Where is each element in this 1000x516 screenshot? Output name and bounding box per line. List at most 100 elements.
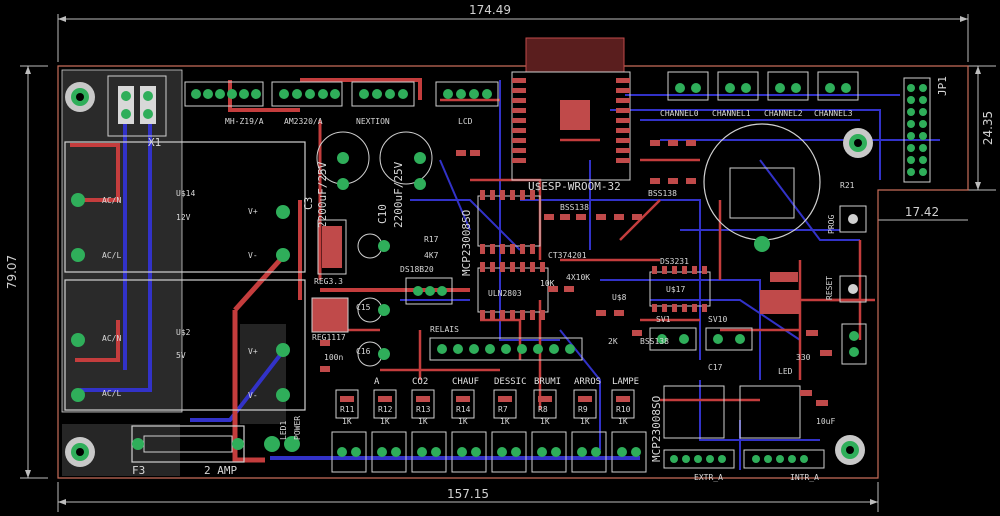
r7-label: R7 bbox=[498, 405, 508, 414]
res-val-1: 1K bbox=[342, 417, 352, 426]
relay-terminals[interactable] bbox=[331, 431, 647, 473]
esp-label: U$ESP-WROOM-32 bbox=[528, 180, 621, 193]
r12-label: R12 bbox=[378, 405, 393, 414]
ic-uln2803[interactable]: ULN2803 bbox=[477, 262, 549, 320]
res-val-5: 1K bbox=[500, 417, 510, 426]
relay-brumi-label: BRUMI bbox=[534, 377, 561, 387]
u14-value: 12V bbox=[176, 213, 191, 222]
regulator-reg1117[interactable]: REG1117 bbox=[311, 297, 349, 342]
ct-label: CT374201 bbox=[548, 251, 587, 260]
jp1-header[interactable]: JP1 bbox=[903, 76, 949, 183]
relay-a-label: A bbox=[374, 377, 380, 387]
dim-right-height: 24.35 bbox=[981, 111, 995, 145]
bottom-copper-traces bbox=[80, 80, 940, 470]
connector-nextion[interactable]: NEXTION bbox=[351, 81, 415, 126]
c15-label: C15 bbox=[356, 303, 371, 312]
connector-am2320[interactable]: AM2320/A bbox=[271, 81, 343, 126]
bss-label-1: BSS138 bbox=[560, 203, 589, 212]
res-val-7: 1K bbox=[580, 417, 590, 426]
capacitor-c10[interactable]: C10 2200uF/25V bbox=[376, 131, 433, 228]
pcb-canvas[interactable]: 174.49 157.15 79.07 24.35 17.42 AC/N AC/… bbox=[0, 0, 1000, 516]
connector-mhz19[interactable]: MH-Z19/A bbox=[184, 81, 264, 126]
acl-label-1: AC/L bbox=[102, 251, 121, 260]
vminus-label-2: V- bbox=[248, 391, 258, 400]
r17-value: 4K7 bbox=[424, 251, 439, 260]
10k-label: 10K bbox=[540, 279, 555, 288]
sv10-label: SV10 bbox=[708, 315, 727, 324]
relais-header[interactable]: RELAIS bbox=[429, 325, 583, 361]
button-prog[interactable]: PROG bbox=[827, 205, 867, 234]
r11-label: R11 bbox=[340, 405, 355, 414]
c17-label: C17 bbox=[708, 363, 723, 372]
channel2-label: CHANNEL2 bbox=[764, 109, 803, 118]
ds3231-label: DS3231 bbox=[660, 257, 689, 266]
ic-mcp23008-2[interactable]: MCP23008SO bbox=[650, 385, 801, 462]
vminus-label-1: V- bbox=[248, 251, 258, 260]
prog-label: PROG bbox=[827, 215, 836, 234]
bss-label-3: BSS138 bbox=[640, 337, 669, 346]
330-label: 330 bbox=[796, 353, 811, 362]
mcp-label-1: MCP23008SO bbox=[460, 210, 473, 276]
r13-label: R13 bbox=[416, 405, 431, 414]
channel1-label: CHANNEL1 bbox=[712, 109, 751, 118]
acn-label-2: AC/N bbox=[102, 334, 121, 343]
rtc-battery[interactable] bbox=[703, 123, 821, 252]
connector-extr[interactable]: EXTR_A bbox=[663, 449, 735, 482]
c3-value: 2200uF/25V bbox=[316, 161, 329, 228]
acn-label-1: AC/N bbox=[102, 196, 121, 205]
ds18b20-sensor[interactable]: DS18B20 R17 4K7 bbox=[400, 235, 453, 305]
u14-label: U$14 bbox=[176, 189, 195, 198]
connector-intr[interactable]: INTR_A bbox=[743, 449, 825, 482]
sv1-label: SV1 bbox=[656, 315, 671, 324]
res-val-8: 1K bbox=[618, 417, 628, 426]
channel0-label: CHANNEL0 bbox=[660, 109, 699, 118]
c10-label: C10 bbox=[376, 204, 389, 224]
jp1-label: JP1 bbox=[936, 76, 949, 96]
r17-label: R17 bbox=[424, 235, 439, 244]
2k-label: 2K bbox=[608, 337, 618, 346]
capacitor-c3[interactable]: C3 2200uF/25V bbox=[302, 131, 370, 228]
u17-label: U$17 bbox=[666, 285, 685, 294]
pcb-layout-view: 174.49 157.15 79.07 24.35 17.42 AC/N AC/… bbox=[0, 0, 1000, 516]
c16-label: C16 bbox=[356, 347, 371, 356]
right-edge-connector[interactable] bbox=[841, 323, 867, 365]
power-label: POWER bbox=[293, 416, 302, 440]
lcd-label: LCD bbox=[458, 117, 473, 126]
c3-label: C3 bbox=[302, 197, 315, 210]
10uf-label: 10uF bbox=[816, 417, 835, 426]
res-val-6: 1K bbox=[540, 417, 550, 426]
esp32-module[interactable]: U$ESP-WROOM-32 bbox=[511, 37, 631, 193]
res-val-2: 1K bbox=[380, 417, 390, 426]
ds18b20-label: DS18B20 bbox=[400, 265, 434, 274]
r9-label: R9 bbox=[578, 405, 588, 414]
relay-labels: A CO2 CHAUF DESSIC BRUMI ARROS LAMPE bbox=[374, 377, 639, 387]
extr-label: EXTR_A bbox=[694, 473, 723, 482]
am2320-label: AM2320/A bbox=[284, 117, 323, 126]
acl-label-2: AC/L bbox=[102, 389, 121, 398]
vplus-label-1: V+ bbox=[248, 207, 258, 216]
relay-co2-label: CO2 bbox=[412, 377, 428, 387]
r21-label: R21 bbox=[840, 181, 855, 190]
intr-label: INTR_A bbox=[790, 473, 819, 482]
nextion-label: NEXTION bbox=[356, 117, 390, 126]
u8-label: U$8 bbox=[612, 293, 627, 302]
fuse-value: 2 AMP bbox=[204, 464, 237, 477]
dim-right-inset: 17.42 bbox=[905, 205, 939, 219]
fuse-label: F3 bbox=[132, 464, 145, 477]
relay-lampe-label: LAMPE bbox=[612, 377, 639, 387]
relay-arros-label: ARROS bbox=[574, 377, 601, 387]
connector-lcd[interactable]: LCD bbox=[435, 81, 499, 126]
small-caps: C15 C16 bbox=[356, 233, 390, 367]
channel3-label: CHANNEL3 bbox=[814, 109, 853, 118]
x1-label: X1 bbox=[148, 136, 161, 149]
reset-label: RESET bbox=[825, 276, 834, 300]
relay-dessic-label: DESSIC bbox=[494, 377, 527, 387]
res-val-4: 1K bbox=[458, 417, 468, 426]
reg33-label: REG3.3 bbox=[314, 277, 343, 286]
bss-label-2: BSS138 bbox=[648, 189, 677, 198]
mains-zone bbox=[61, 69, 286, 476]
relais-label: RELAIS bbox=[430, 325, 459, 334]
relay-chauf-label: CHAUF bbox=[452, 377, 479, 387]
r10-label: R10 bbox=[616, 405, 631, 414]
uln-label: ULN2803 bbox=[488, 289, 522, 298]
